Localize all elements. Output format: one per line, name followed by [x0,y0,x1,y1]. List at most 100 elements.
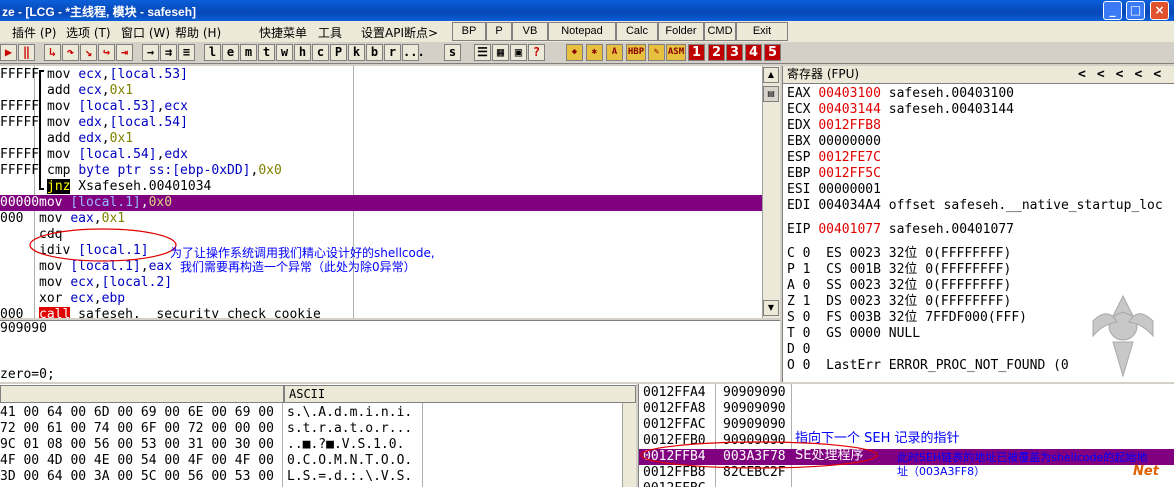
notepad-button[interactable]: Notepad [548,22,616,41]
menu-shortcut[interactable]: 快捷菜单 [259,24,307,41]
disasm-address[interactable]: 000 [0,211,23,227]
step-over-icon[interactable]: ↷ [62,44,79,61]
disasm-address[interactable]: 00000 [0,195,39,211]
register-value[interactable]: 00403144 [818,102,881,117]
dump-hex[interactable]: 41 00 64 00 6D 00 69 00 6E 00 69 00 [0,405,274,421]
menu-plugins[interactable]: 插件 (P) [12,24,56,41]
run-icon[interactable]: ▶ [0,44,17,61]
stack-address[interactable]: 0012FFA4 [643,385,706,401]
disasm-instruction[interactable]: call safeseh.__security_check_cookie [39,307,321,318]
calc-button[interactable]: Calc [616,22,658,41]
menu-options[interactable]: 选项 (T) [66,24,111,41]
window-4-button[interactable]: 4 [745,44,762,61]
menu-api-breakpoint[interactable]: 设置API断点> [361,24,438,41]
register-value[interactable]: 00403100 [818,86,881,101]
flag-row[interactable]: D 0 [787,342,810,358]
minimize-button[interactable]: _ [1103,1,1122,20]
dump-ascii[interactable]: ..■.?■.V.S.1.0. [287,437,404,453]
scroll-up-icon[interactable]: ▲ [763,67,779,83]
dump-ascii[interactable]: s.t.r.a.t.o.r... [287,421,412,437]
menu-help[interactable]: 帮助 (H) [175,24,221,41]
trace-into-icon[interactable]: ↘ [80,44,97,61]
toolbar-letter-h[interactable]: h [294,44,311,61]
disasm-instruction[interactable]: mov [local.53],ecx [47,99,188,115]
register-row[interactable]: EAX 00403100 safeseh.00403100 [787,86,1014,102]
register-value[interactable]: 0012FE7C [818,150,881,165]
stack-value[interactable]: 90909090 [723,385,786,401]
scroll-down-icon[interactable]: ▼ [763,300,779,316]
toolbar-letter-m[interactable]: m [240,44,257,61]
toolbar-letter-t[interactable]: t [258,44,275,61]
register-value[interactable]: 00000000 [818,134,881,149]
nav-left-icon[interactable]: < [1116,67,1135,82]
toolbar-ellipsis[interactable]: ... [402,44,425,61]
disassembly-scrollbar[interactable]: ▲ ▤ ▼ [762,66,780,318]
toolbar-letter-w[interactable]: w [276,44,293,61]
disasm-address[interactable]: FFFFF [0,115,39,131]
p-button[interactable]: P [486,22,512,41]
stack-address[interactable]: 0012FFAC [643,417,706,433]
toolbar-letter-s[interactable]: s [444,44,461,61]
dump-ascii[interactable]: s.\.A.d.m.i.n.i. [287,405,412,421]
disassembly-pane[interactable]: FFFFF mov ecx,[local.53] add ecx,0x1 FFFFF m… [0,66,762,318]
disasm-address[interactable]: FFFFF [0,67,39,83]
dump-ascii[interactable]: L.S.=.d.:.\.V.S. [287,469,412,485]
toolbar-letter-k[interactable]: k [348,44,365,61]
help-icon[interactable]: ? [528,44,545,61]
bug-icon[interactable]: ✱ [586,44,603,61]
toolbar-letter-e[interactable]: e [222,44,239,61]
folder-button[interactable]: Folder [658,22,704,41]
register-value[interactable]: 0012FF5C [818,166,881,181]
toolbar-letter-p[interactable]: P [330,44,347,61]
nav-left-icon[interactable]: < [1097,67,1116,82]
nav-left-icon[interactable]: < [1153,67,1172,82]
pause-icon[interactable]: ‖ [18,44,35,61]
stack-address[interactable]: 0012FFA8 [643,401,706,417]
menu-tools[interactable]: 工具 [318,24,342,41]
asm-icon[interactable]: ASM [666,44,686,61]
execute-till-return-icon[interactable]: ⇥ [116,44,133,61]
register-row[interactable]: EDX 0012FFB8 [787,118,881,134]
flag-row[interactable]: Z 1 DS 0023 32位 0(FFFFFFFF) [787,294,1011,310]
disasm-instruction[interactable]: mov [local.54],edx [47,147,188,163]
disasm-instruction[interactable]: xor ecx,ebp [39,291,125,307]
cmd-button[interactable]: CMD [704,22,736,41]
list-icon[interactable]: ☰ [474,44,491,61]
window-2-button[interactable]: 2 [708,44,725,61]
disasm-instruction[interactable]: jnz Xsafeseh.00401034 [47,179,211,195]
stack-address[interactable]: 0012FFBC [643,481,706,487]
register-value[interactable]: 004034A4 [818,198,881,213]
register-value[interactable]: 0012FFB8 [818,118,881,133]
disasm-instruction[interactable]: mov eax,0x1 [39,211,125,227]
flag-row[interactable]: A 0 SS 0023 32位 0(FFFFFFFF) [787,278,1011,294]
dump-hex[interactable]: 9C 01 08 00 56 00 53 00 31 00 30 00 [0,437,274,453]
register-row[interactable]: ESP 0012FE7C [787,150,881,166]
register-row-eip[interactable]: EIP 00401077 safeseh.00401077 [787,222,1014,238]
disasm-address[interactable]: FFFFF [0,147,39,163]
flag-row[interactable]: O 0 LastErr ERROR_PROC_NOT_FOUND (0 [787,358,1069,374]
animate-icon[interactable]: ⇉ [160,44,177,61]
disasm-instruction[interactable]: mov ecx,[local.2] [39,275,172,291]
flag-row[interactable]: T 0 GS 0000 NULL [787,326,920,342]
dump-hex[interactable]: 3D 00 64 00 3A 00 5C 00 56 00 53 00 [0,469,274,485]
disasm-address[interactable]: FFFFF [0,99,39,115]
disasm-instruction[interactable]: add edx,0x1 [47,131,133,147]
grid-icon[interactable]: ▦ [492,44,509,61]
dump-scrollbar[interactable] [622,403,636,487]
register-row[interactable]: ESI 00000001 [787,182,881,198]
register-value[interactable]: 00401077 [818,222,881,237]
register-row[interactable]: EBX 00000000 [787,134,881,150]
goto-address-icon[interactable]: → [142,44,159,61]
stack-pane[interactable]: 0012FFA4 90909090 0012FFA8 90909090 0012FFAC… [638,384,1174,487]
register-row[interactable]: EBP 0012FF5C [787,166,881,182]
toolbar-letter-r[interactable]: r [384,44,401,61]
hbp-icon[interactable]: HBP [626,44,646,61]
disasm-instruction[interactable]: mov edx,[local.54] [47,115,188,131]
register-row[interactable]: ECX 00403144 safeseh.00403144 [787,102,1014,118]
toolbar-letter-c[interactable]: c [312,44,329,61]
comment-icon[interactable]: ≡ [178,44,195,61]
nav-left-icon[interactable]: < [1134,67,1153,82]
vb-button[interactable]: VB [512,22,548,41]
dump-ascii[interactable]: 0.C.O.M.N.T.O.O. [287,453,412,469]
toolbar-letter-l[interactable]: l [204,44,221,61]
